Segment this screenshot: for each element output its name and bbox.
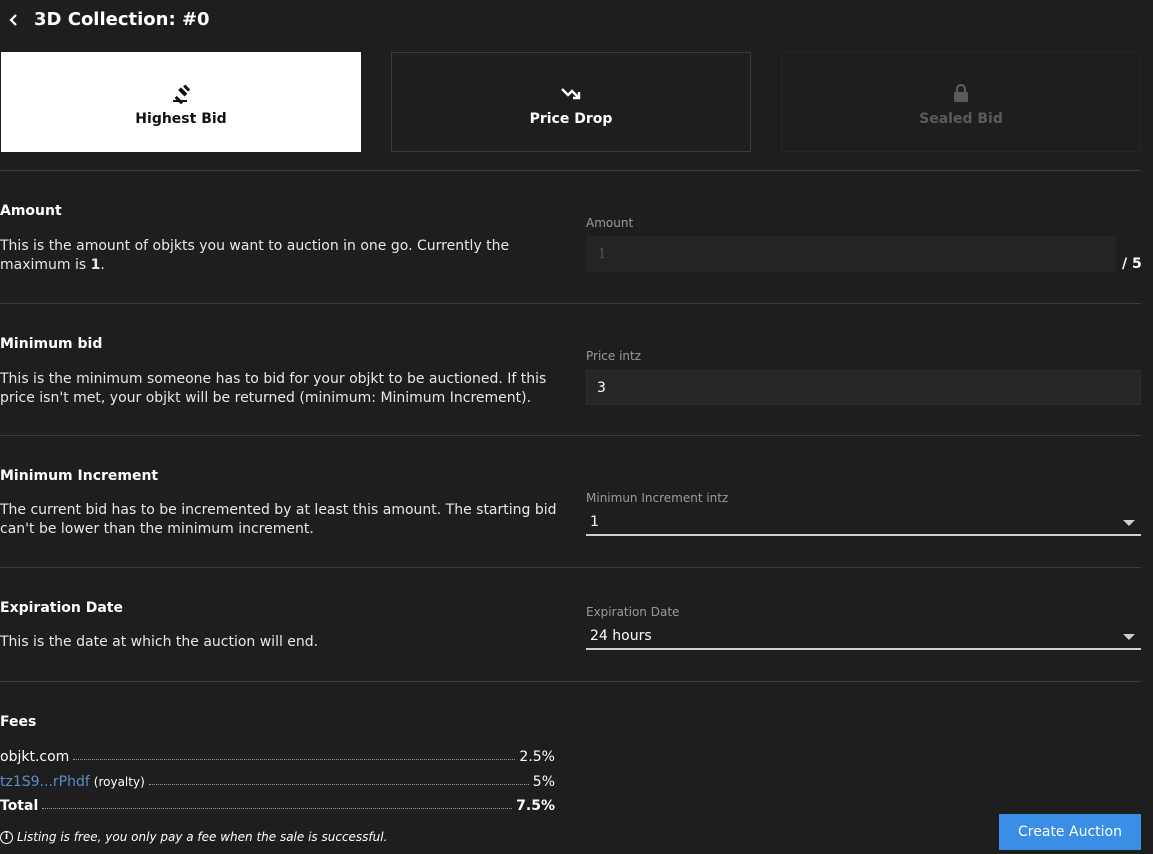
- fee-row-total: Total 7.5%: [0, 794, 555, 814]
- fee-notice: i Listing is free, you only pay a fee wh…: [0, 830, 387, 844]
- expiration-description: This is the date at which the auction wi…: [0, 634, 319, 650]
- divider: [0, 435, 1141, 436]
- fee-row-platform: objkt.com 2.5%: [0, 745, 555, 765]
- amount-input[interactable]: [586, 236, 1116, 272]
- min-increment-select[interactable]: 1: [586, 512, 1141, 536]
- fee-leader: [42, 808, 513, 809]
- fees-title: Fees: [0, 714, 37, 730]
- trending-down-icon: [561, 88, 581, 100]
- notice-text: Listing is free, you only pay a fee when…: [17, 830, 388, 844]
- chevron-down-icon: [1123, 520, 1135, 526]
- fee-row-royalty: tz1S9...rPhdf (royalty) 5%: [0, 770, 555, 790]
- fee-value: 7.5%: [516, 798, 555, 814]
- tab-highest-bid[interactable]: Highest Bid: [1, 52, 361, 152]
- fee-name: objkt.com: [0, 749, 70, 765]
- divider: [0, 303, 1141, 304]
- amount-field-label: Amount: [586, 216, 634, 230]
- info-icon: i: [0, 830, 13, 844]
- fee-name: tz1S9...rPhdf (royalty): [0, 774, 145, 790]
- divider: [0, 567, 1141, 568]
- lock-icon: [954, 83, 968, 102]
- tab-label: Sealed Bid: [919, 111, 1003, 127]
- divider: [0, 681, 1141, 682]
- royalty-address-link[interactable]: tz1S9...rPhdf: [0, 774, 90, 790]
- amount-max: / 5: [1122, 256, 1142, 272]
- fee-role: (royalty): [93, 775, 145, 789]
- expiration-title: Expiration Date: [0, 600, 123, 616]
- tab-sealed-bid[interactable]: Sealed Bid: [781, 52, 1141, 152]
- tab-price-drop[interactable]: Price Drop: [391, 52, 751, 152]
- min-bid-description: This is the minimum someone has to bid f…: [0, 371, 547, 406]
- select-value: 1: [590, 514, 599, 530]
- price-input[interactable]: [586, 370, 1141, 405]
- fee-value: 2.5%: [519, 749, 555, 765]
- select-value: 24 hours: [590, 628, 652, 644]
- back-button[interactable]: [4, 8, 24, 32]
- min-bid-title: Minimum bid: [0, 336, 103, 352]
- fee-leader: [73, 759, 516, 760]
- divider: [0, 170, 1141, 171]
- min-increment-description: The current bid has to be incremented by…: [0, 502, 557, 537]
- page-title: 3D Collection: #0: [34, 9, 210, 30]
- chevron-left-icon: [9, 14, 17, 26]
- gavel-icon: [173, 84, 191, 105]
- create-auction-button[interactable]: Create Auction: [999, 814, 1141, 850]
- min-increment-field-label: Minimun Increment intz: [586, 491, 729, 505]
- chevron-down-icon: [1123, 634, 1135, 640]
- header: 3D Collection: #0: [0, 0, 1153, 40]
- fee-leader: [148, 784, 529, 785]
- price-field-label: Price intz: [586, 349, 642, 363]
- min-increment-title: Minimum Increment: [0, 468, 159, 484]
- tab-label: Price Drop: [529, 111, 613, 127]
- amount-description: This is the amount of objkts you want to…: [0, 238, 510, 273]
- amount-title: Amount: [0, 203, 62, 219]
- expiration-field-label: Expiration Date: [586, 605, 680, 619]
- fee-name: Total: [0, 798, 39, 814]
- fee-value: 5%: [532, 774, 555, 790]
- tab-label: Highest Bid: [135, 111, 227, 127]
- expiration-select[interactable]: 24 hours: [586, 626, 1141, 650]
